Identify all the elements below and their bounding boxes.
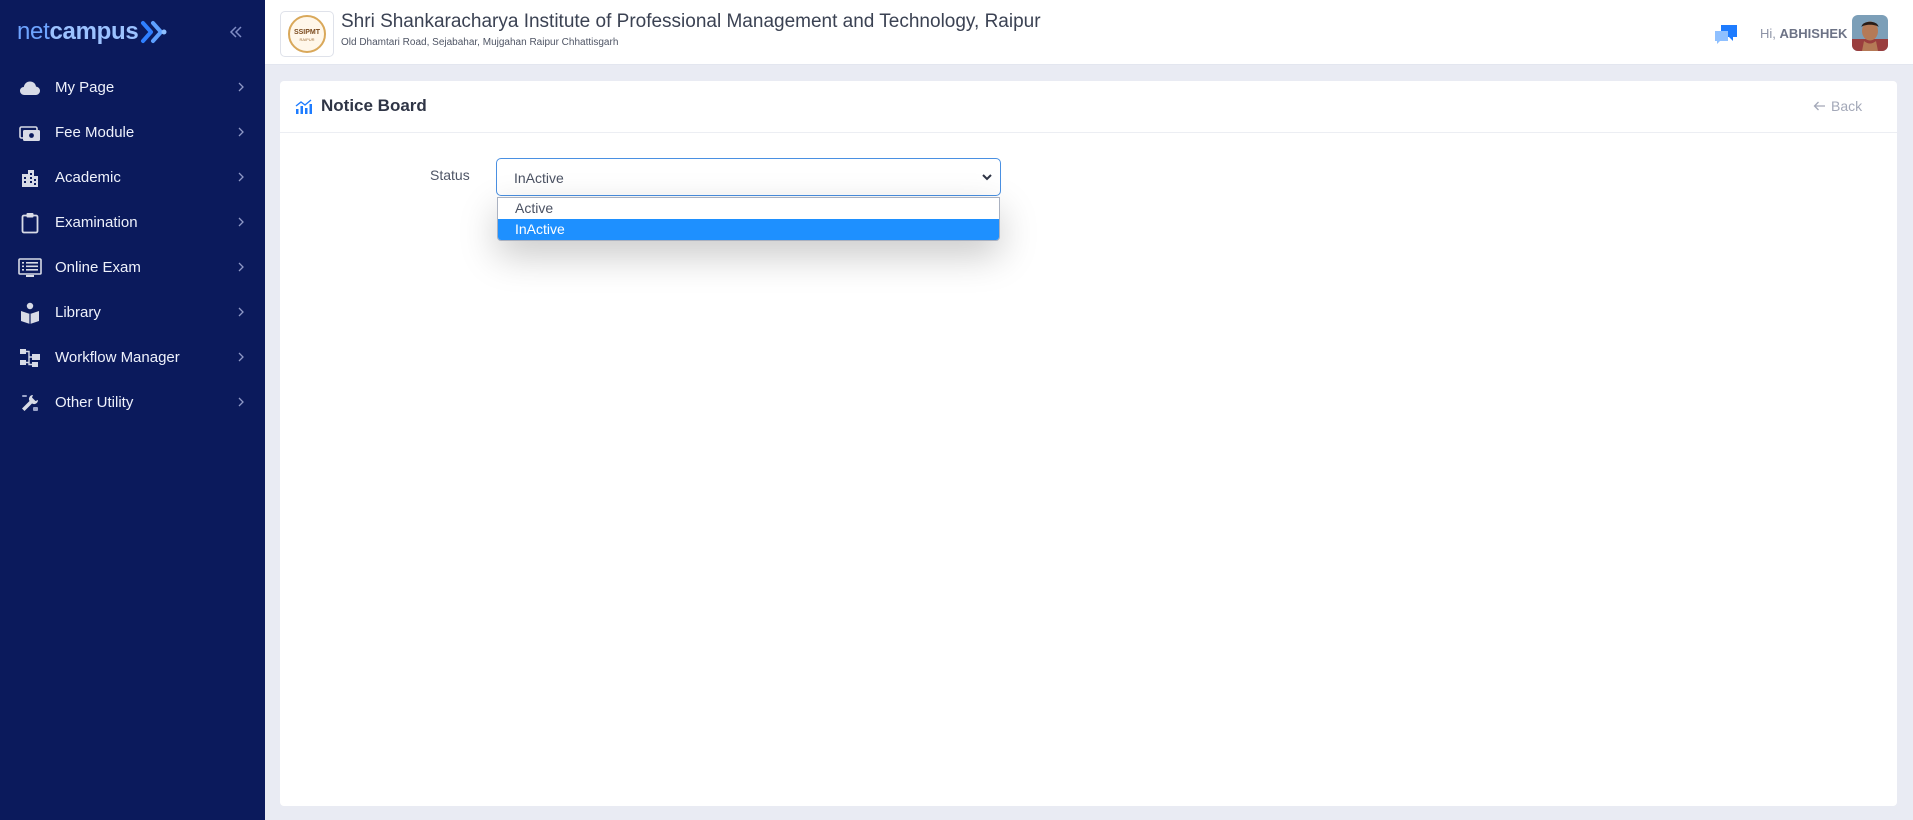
- institute-logo: SSIPMT RAIPUR: [280, 11, 334, 57]
- sidebar-item-label: Other Utility: [55, 394, 134, 411]
- user-name: ABHISHEK: [1779, 26, 1848, 41]
- chevron-right-icon: [236, 215, 246, 229]
- brand-net-text: net: [17, 18, 50, 45]
- greeting-prefix: Hi,: [1760, 26, 1776, 41]
- sidebar-item-library[interactable]: Library: [0, 290, 265, 335]
- back-label: Back: [1831, 98, 1863, 114]
- chat-icon: [1715, 25, 1737, 44]
- sidebar: netcampus My Page Fee Module Academic Ex…: [0, 0, 265, 820]
- chevron-right-icon: [236, 305, 246, 319]
- logo-subtext: RAIPUR: [299, 37, 314, 42]
- sidebar-nav: My Page Fee Module Academic Examination: [0, 65, 265, 425]
- brand-logo[interactable]: netcampus: [0, 0, 265, 64]
- sidebar-item-workflow-manager[interactable]: Workflow Manager: [0, 335, 265, 380]
- chevron-right-icon: [236, 125, 246, 139]
- sidebar-item-online-exam[interactable]: Online Exam: [0, 245, 265, 290]
- chevron-down-icon: [982, 174, 992, 181]
- sidebar-item-examination[interactable]: Examination: [0, 200, 265, 245]
- card-header: Notice Board Back: [280, 81, 1897, 133]
- sidebar-item-other-utility[interactable]: Other Utility: [0, 380, 265, 425]
- chevron-right-icon: [236, 350, 246, 364]
- brand-chevrons-icon: [140, 17, 168, 47]
- sidebar-item-label: Examination: [55, 214, 138, 231]
- institute-address: Old Dhamtari Road, Sejabahar, Mujgahan R…: [341, 37, 619, 48]
- user-greeting: Hi, ABHISHEK: [1760, 26, 1847, 41]
- tools-icon: [18, 391, 42, 415]
- book-reader-icon: [18, 301, 42, 325]
- chevron-right-icon: [236, 395, 246, 409]
- sidebar-item-fee-module[interactable]: Fee Module: [0, 110, 265, 155]
- status-select[interactable]: InActive: [496, 158, 1001, 196]
- sidebar-item-my-page[interactable]: My Page: [0, 65, 265, 110]
- status-dropdown-list: Active InActive: [497, 197, 1000, 241]
- money-icon: [18, 121, 42, 145]
- logo-text: SSIPMT: [294, 29, 321, 36]
- chat-button[interactable]: [1713, 22, 1739, 46]
- building-icon: [18, 166, 42, 190]
- brand-wordmark: netcampus: [17, 18, 139, 46]
- chevron-right-icon: [236, 80, 246, 94]
- sidebar-item-label: Academic: [55, 169, 121, 186]
- chevron-right-icon: [236, 260, 246, 274]
- monitor-list-icon: [18, 256, 42, 280]
- sidebar-item-label: Library: [55, 304, 101, 321]
- page-title: Notice Board: [321, 96, 427, 115]
- sidebar-item-label: Fee Module: [55, 124, 135, 141]
- clipboard-icon: [18, 211, 42, 235]
- arrow-left-icon: [1813, 101, 1825, 111]
- cloud-icon: [18, 76, 42, 100]
- brand-campus-text: campus: [49, 18, 139, 45]
- institute-name: Shri Shankaracharya Institute of Profess…: [341, 11, 1041, 32]
- chart-icon: [295, 99, 312, 114]
- avatar[interactable]: [1852, 15, 1888, 51]
- sidebar-item-label: Online Exam: [55, 259, 141, 276]
- status-selected-value: InActive: [514, 170, 564, 186]
- workflow-icon: [18, 346, 42, 370]
- sidebar-item-label: Workflow Manager: [55, 349, 180, 366]
- back-button[interactable]: Back: [1813, 98, 1862, 114]
- status-option-active[interactable]: Active: [498, 198, 999, 219]
- top-header: SSIPMT RAIPUR Shri Shankaracharya Instit…: [265, 0, 1913, 65]
- collapse-sidebar-button[interactable]: [226, 21, 246, 43]
- status-label: Status: [430, 167, 470, 183]
- status-option-inactive[interactable]: InActive: [498, 219, 999, 240]
- sidebar-item-label: My Page: [55, 79, 115, 96]
- chevron-right-icon: [236, 170, 246, 184]
- notice-board-card: Notice Board Back Status InActive Active…: [280, 81, 1897, 806]
- sidebar-item-academic[interactable]: Academic: [0, 155, 265, 200]
- double-chevron-left-icon: [229, 26, 242, 38]
